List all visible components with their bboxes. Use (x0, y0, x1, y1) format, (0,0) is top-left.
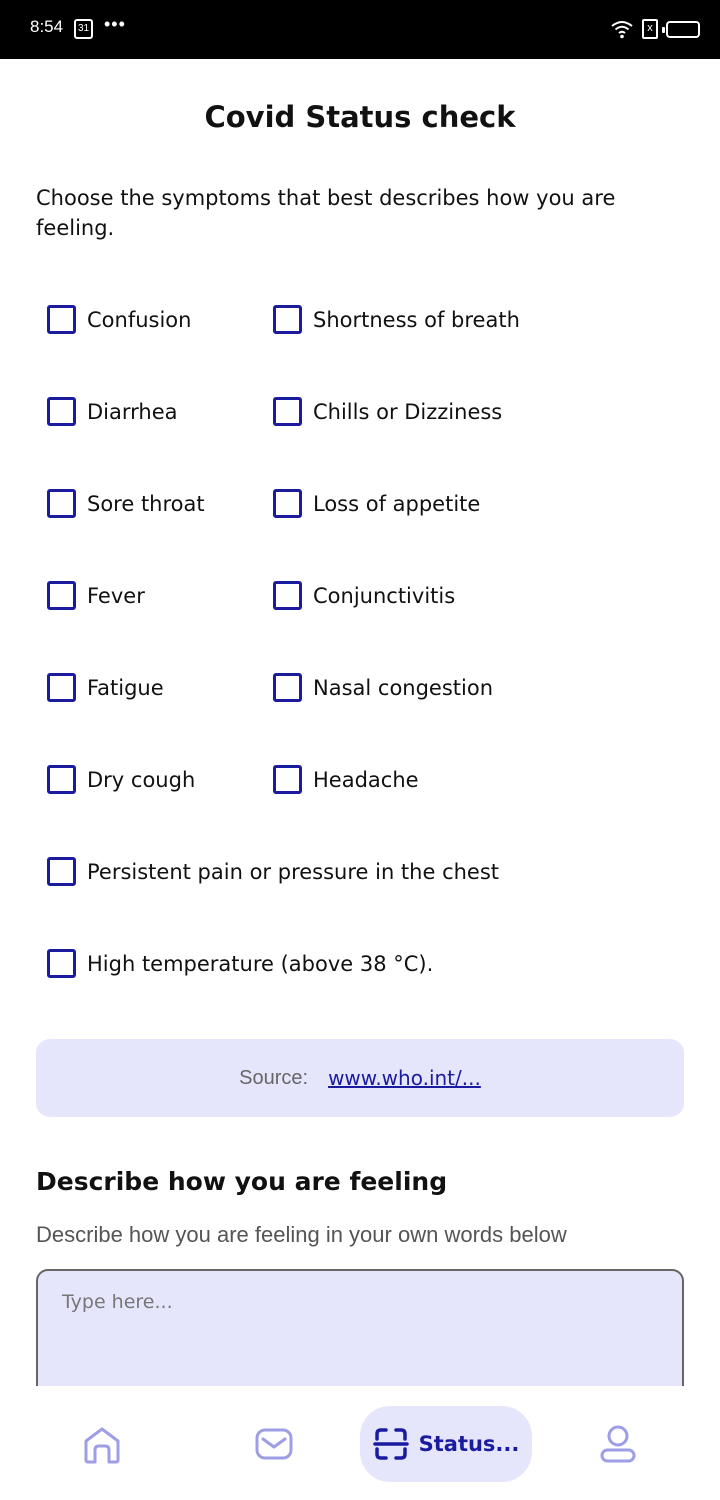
symptom-label: Shortness of breath (313, 307, 520, 332)
bottom-nav: Status... (0, 1386, 720, 1500)
source-box: Source: www.who.int/... (36, 1039, 684, 1117)
symptom-fatigue[interactable]: Fatigue (47, 673, 164, 702)
symptom-chest-pain[interactable]: Persistent pain or pressure in the chest (47, 857, 499, 886)
checkbox[interactable] (47, 857, 76, 886)
nav-home[interactable] (62, 1406, 142, 1482)
sim-icon: x (642, 19, 658, 39)
describe-title: Describe how you are feeling (36, 1167, 448, 1196)
profile-icon (600, 1425, 636, 1463)
checkbox[interactable] (47, 949, 76, 978)
checkbox[interactable] (47, 581, 76, 610)
checkbox[interactable] (273, 581, 302, 610)
status-bar: 8:54 31 ••• x (0, 0, 720, 59)
intro-text: Choose the symptoms that best describes … (36, 186, 616, 240)
wifi-icon (611, 21, 633, 39)
symptom-label: Nasal congestion (313, 675, 494, 700)
checkbox[interactable] (273, 489, 302, 518)
symptom-label: Confusion (87, 307, 192, 332)
more-notifications-icon: ••• (104, 14, 126, 34)
symptom-shortness-of-breath[interactable]: Shortness of breath (273, 305, 520, 334)
symptom-diarrhea[interactable]: Diarrhea (47, 397, 178, 426)
symptom-label: Persistent pain or pressure in the chest (87, 859, 500, 884)
checkbox[interactable] (47, 765, 76, 794)
nav-profile[interactable] (578, 1406, 658, 1482)
symptom-headache[interactable]: Headache (273, 765, 419, 794)
source-label: Source: (239, 1066, 309, 1089)
symptom-conjunctivitis[interactable]: Conjunctivitis (273, 581, 455, 610)
symptom-sore-throat[interactable]: Sore throat (47, 489, 205, 518)
checkbox[interactable] (47, 673, 76, 702)
checkbox[interactable] (273, 305, 302, 334)
calendar-icon: 31 (74, 19, 93, 39)
symptom-chills-or-dizziness[interactable]: Chills or Dizziness (273, 397, 502, 426)
checkbox[interactable] (47, 397, 76, 426)
scan-icon (372, 1428, 409, 1460)
describe-subtitle: Describe how you are feeling in your own… (36, 1222, 567, 1247)
symptom-label: Loss of appetite (313, 491, 481, 516)
status-time: 8:54 (30, 17, 64, 36)
source-link[interactable]: www.who.int/... (328, 1066, 481, 1090)
nav-status-label: Status... (418, 1432, 520, 1456)
symptom-label: Conjunctivitis (313, 583, 456, 608)
checkbox[interactable] (273, 765, 302, 794)
symptom-label: Chills or Dizziness (313, 399, 503, 424)
checkbox[interactable] (47, 305, 76, 334)
symptom-label: Fatigue (87, 675, 164, 700)
mail-icon (255, 1428, 293, 1460)
page-title: Covid Status check (204, 100, 516, 134)
nav-messages[interactable] (234, 1406, 314, 1482)
symptom-dry-cough[interactable]: Dry cough (47, 765, 195, 794)
checkbox[interactable] (273, 673, 302, 702)
symptom-label: High temperature (above 38 °C). (87, 951, 434, 976)
battery-icon (662, 20, 700, 38)
symptom-high-temperature[interactable]: High temperature (above 38 °C). (47, 949, 433, 978)
symptom-label: Headache (313, 767, 419, 792)
symptom-fever[interactable]: Fever (47, 581, 145, 610)
symptom-label: Dry cough (87, 767, 196, 792)
nav-status[interactable]: Status... (360, 1406, 532, 1482)
status-icons: x (610, 17, 700, 41)
symptom-label: Sore throat (87, 491, 205, 516)
symptom-nasal-congestion[interactable]: Nasal congestion (273, 673, 493, 702)
symptom-confusion[interactable]: Confusion (47, 305, 191, 334)
symptom-label: Diarrhea (87, 399, 178, 424)
home-icon (84, 1427, 120, 1464)
checkbox[interactable] (273, 397, 302, 426)
checkbox[interactable] (47, 489, 76, 518)
symptom-loss-of-appetite[interactable]: Loss of appetite (273, 489, 480, 518)
symptom-label: Fever (87, 583, 145, 608)
